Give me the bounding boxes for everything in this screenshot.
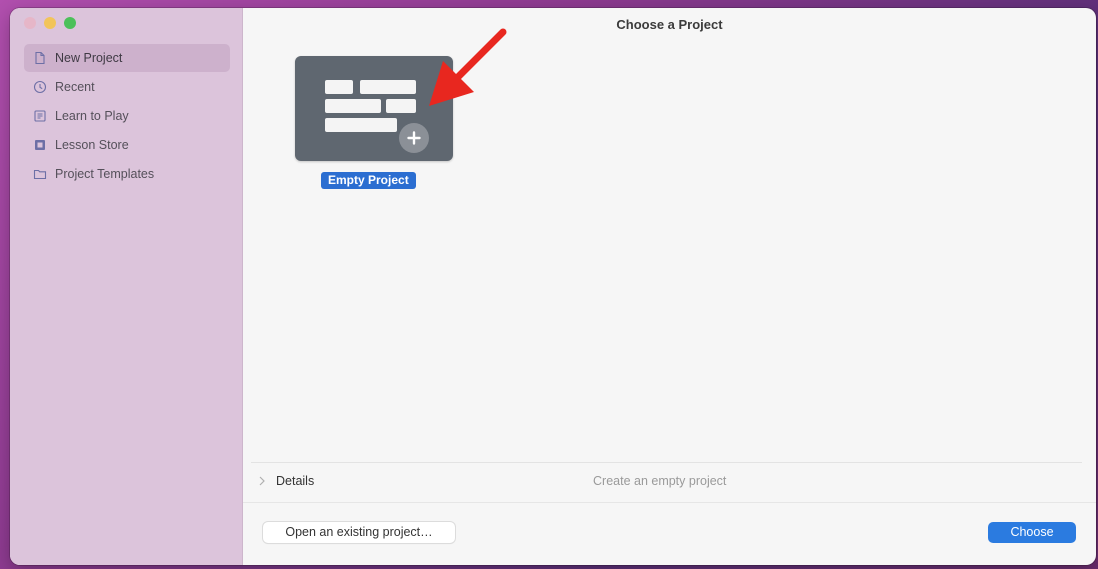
details-label: Details: [276, 474, 315, 488]
plus-icon: [399, 123, 429, 153]
sidebar-item-lesson-store[interactable]: Lesson Store: [24, 131, 230, 159]
details-description: Create an empty project: [593, 474, 727, 488]
window-title: Choose a Project: [616, 16, 723, 32]
sidebar-item-label: New Project: [55, 51, 123, 65]
choose-button[interactable]: Choose: [988, 522, 1076, 543]
zoom-window-button[interactable]: [64, 17, 76, 29]
empty-project-label[interactable]: Empty Project: [321, 172, 416, 189]
window-controls: [24, 17, 76, 29]
sidebar-item-recent[interactable]: Recent: [24, 73, 230, 101]
clock-icon: [33, 80, 47, 94]
sidebar: New Project Recent Learn to Play Lesson …: [10, 8, 243, 565]
close-window-button[interactable]: [24, 17, 36, 29]
folder-icon: [33, 167, 47, 181]
sidebar-item-project-templates[interactable]: Project Templates: [24, 160, 230, 188]
sidebar-nav: New Project Recent Learn to Play Lesson …: [24, 44, 230, 189]
sidebar-item-label: Recent: [55, 80, 95, 94]
details-row[interactable]: Details Create an empty project: [243, 466, 1096, 496]
open-existing-project-button[interactable]: Open an existing project…: [263, 522, 455, 543]
sidebar-item-new-project[interactable]: New Project: [24, 44, 230, 72]
document-icon: [33, 51, 47, 65]
sidebar-item-label: Project Templates: [55, 167, 155, 181]
store-icon: [33, 138, 47, 152]
sidebar-item-learn-to-play[interactable]: Learn to Play: [24, 102, 230, 130]
minimize-window-button[interactable]: [44, 17, 56, 29]
footer-divider: [243, 502, 1096, 503]
red-arrow-icon: [429, 28, 507, 106]
details-divider: [251, 462, 1082, 463]
chevron-right-icon[interactable]: [257, 475, 267, 487]
sidebar-item-label: Lesson Store: [55, 138, 129, 152]
sidebar-item-label: Learn to Play: [55, 109, 129, 123]
choose-project-window: New Project Recent Learn to Play Lesson …: [10, 8, 1096, 565]
main-content: Choose a Project Empty Project Details C…: [243, 8, 1096, 565]
book-icon: [33, 109, 47, 123]
